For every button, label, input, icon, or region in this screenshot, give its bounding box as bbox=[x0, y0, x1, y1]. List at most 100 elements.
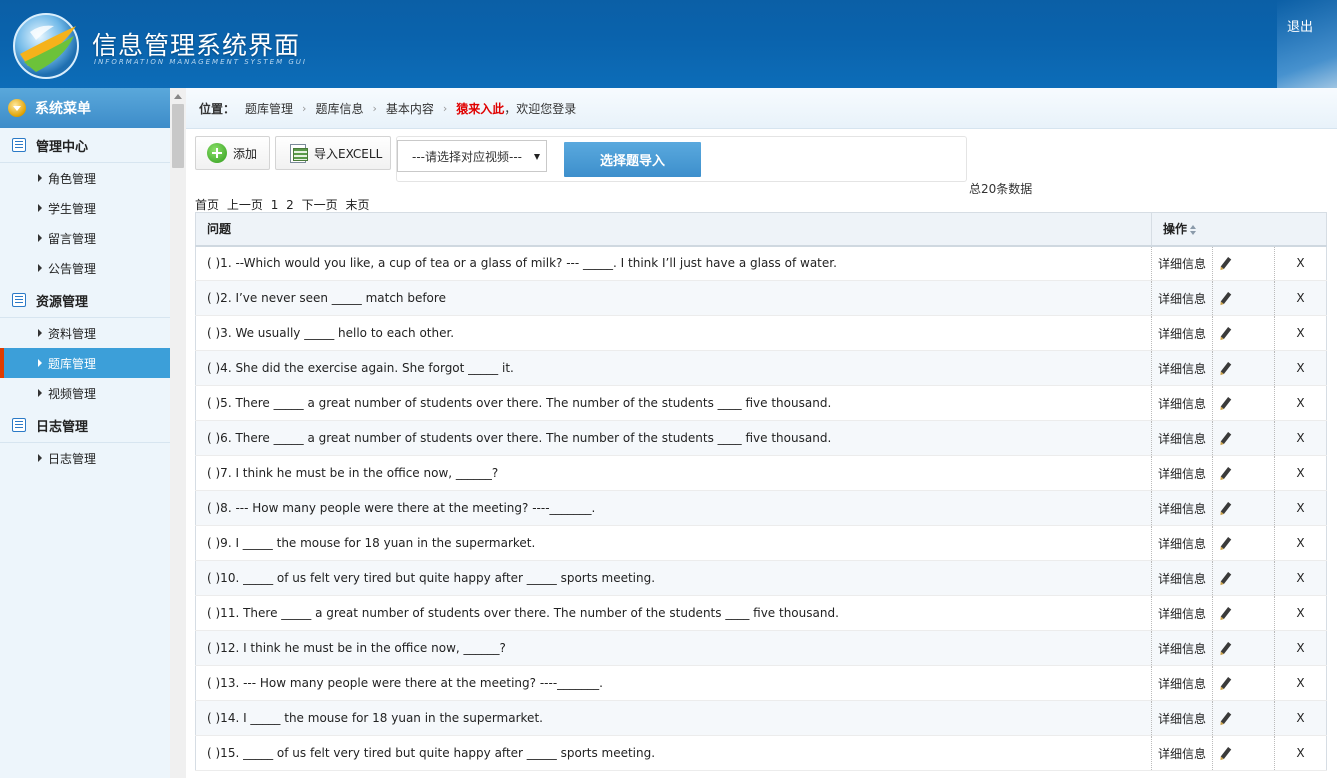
sidebar-item-label: 日志管理 bbox=[48, 451, 97, 466]
detail-link[interactable]: 详细信息 bbox=[1151, 525, 1213, 561]
delete-button[interactable]: X bbox=[1274, 350, 1327, 386]
sort-icon[interactable] bbox=[1190, 224, 1197, 235]
plus-circle-icon bbox=[207, 143, 227, 163]
menu-toggle-icon bbox=[8, 99, 26, 117]
detail-link[interactable]: 详细信息 bbox=[1151, 560, 1213, 596]
delete-button[interactable]: X bbox=[1274, 700, 1327, 736]
detail-link[interactable]: 详细信息 bbox=[1151, 350, 1213, 386]
breadcrumb-item[interactable]: 题库管理 bbox=[245, 100, 293, 117]
delete-button[interactable]: X bbox=[1274, 315, 1327, 351]
sidebar-item-videos[interactable]: 视频管理 bbox=[0, 378, 170, 408]
detail-link[interactable]: 详细信息 bbox=[1151, 280, 1213, 316]
sidebar-scrollbar[interactable] bbox=[170, 88, 186, 778]
pencil-icon bbox=[1220, 466, 1232, 479]
edit-button[interactable] bbox=[1212, 490, 1275, 526]
delete-button[interactable]: X bbox=[1274, 595, 1327, 631]
sidebar-item-roles[interactable]: 角色管理 bbox=[0, 163, 170, 193]
edit-button[interactable] bbox=[1212, 350, 1275, 386]
question-text: ( )11. There _____ a great number of stu… bbox=[195, 595, 1152, 631]
question-text: ( )7. I think he must be in the office n… bbox=[195, 455, 1152, 491]
sidebar-item-label: 留言管理 bbox=[48, 231, 97, 246]
delete-button[interactable]: X bbox=[1274, 420, 1327, 456]
caret-right-icon bbox=[38, 389, 42, 397]
delete-button[interactable]: X bbox=[1274, 630, 1327, 666]
scroll-up-icon[interactable] bbox=[174, 94, 182, 99]
delete-button[interactable]: X bbox=[1274, 525, 1327, 561]
edit-button[interactable] bbox=[1212, 280, 1275, 316]
delete-button[interactable]: X bbox=[1274, 735, 1327, 771]
detail-link[interactable]: 详细信息 bbox=[1151, 455, 1213, 491]
table-row: ( )13. --- How many people were there at… bbox=[195, 665, 1327, 701]
sidebar-item-question-bank[interactable]: 题库管理 bbox=[0, 348, 170, 378]
caret-right-icon bbox=[38, 264, 42, 272]
edit-button[interactable] bbox=[1212, 700, 1275, 736]
logout-link[interactable]: 退出 bbox=[1287, 16, 1313, 35]
sidebar-item-messages[interactable]: 留言管理 bbox=[0, 223, 170, 253]
delete-button[interactable]: X bbox=[1274, 245, 1327, 281]
add-button[interactable]: 添加 bbox=[195, 136, 270, 170]
import-selected-button[interactable]: 选择题导入 bbox=[564, 142, 701, 177]
table-row: ( )7. I think he must be in the office n… bbox=[195, 455, 1327, 491]
edit-button[interactable] bbox=[1212, 595, 1275, 631]
question-column-label: 问题 bbox=[207, 222, 232, 237]
actions-column-header[interactable]: 操作 bbox=[1151, 212, 1327, 247]
page-number-link[interactable]: 2 bbox=[286, 198, 294, 212]
video-select[interactable]: ---请选择对应视频--- bbox=[397, 140, 547, 172]
detail-link[interactable]: 详细信息 bbox=[1151, 245, 1213, 281]
page-prev-link[interactable]: 上一页 bbox=[227, 198, 263, 212]
breadcrumb-item[interactable]: 题库信息 bbox=[315, 100, 363, 117]
sidebar-group-logs[interactable]: 日志管理 bbox=[0, 408, 170, 443]
question-text: ( )14. I _____ the mouse for 18 yuan in … bbox=[195, 700, 1152, 736]
delete-button[interactable]: X bbox=[1274, 280, 1327, 316]
sidebar-item-announcements[interactable]: 公告管理 bbox=[0, 253, 170, 283]
delete-button[interactable]: X bbox=[1274, 560, 1327, 596]
breadcrumb-item[interactable]: 基本内容 bbox=[386, 100, 434, 117]
sidebar-item-materials[interactable]: 资料管理 bbox=[0, 318, 170, 348]
delete-button[interactable]: X bbox=[1274, 385, 1327, 421]
page-next-link[interactable]: 下一页 bbox=[302, 198, 338, 212]
edit-button[interactable] bbox=[1212, 315, 1275, 351]
detail-link[interactable]: 详细信息 bbox=[1151, 595, 1213, 631]
page-number-link[interactable]: 1 bbox=[271, 198, 279, 212]
current-username: 猿来入此 bbox=[456, 101, 505, 116]
edit-button[interactable] bbox=[1212, 560, 1275, 596]
caret-right-icon bbox=[38, 359, 42, 367]
delete-button[interactable]: X bbox=[1274, 665, 1327, 701]
delete-button[interactable]: X bbox=[1274, 490, 1327, 526]
detail-link[interactable]: 详细信息 bbox=[1151, 315, 1213, 351]
edit-button[interactable] bbox=[1212, 735, 1275, 771]
detail-link[interactable]: 详细信息 bbox=[1151, 490, 1213, 526]
sidebar-group-admin-center[interactable]: 管理中心 bbox=[0, 128, 170, 163]
edit-button[interactable] bbox=[1212, 525, 1275, 561]
detail-link[interactable]: 详细信息 bbox=[1151, 665, 1213, 701]
detail-link[interactable]: 详细信息 bbox=[1151, 420, 1213, 456]
detail-link[interactable]: 详细信息 bbox=[1151, 735, 1213, 771]
page-last-link[interactable]: 末页 bbox=[345, 198, 369, 212]
edit-button[interactable] bbox=[1212, 420, 1275, 456]
sidebar-item-logs[interactable]: 日志管理 bbox=[0, 443, 170, 473]
pencil-icon bbox=[1220, 711, 1232, 724]
edit-button[interactable] bbox=[1212, 385, 1275, 421]
chevron-right-icon: › bbox=[302, 101, 307, 115]
delete-button[interactable]: X bbox=[1274, 455, 1327, 491]
sidebar-group-resources[interactable]: 资源管理 bbox=[0, 283, 170, 318]
detail-link[interactable]: 详细信息 bbox=[1151, 700, 1213, 736]
edit-button[interactable] bbox=[1212, 630, 1275, 666]
detail-link[interactable]: 详细信息 bbox=[1151, 630, 1213, 666]
table-row: ( )15. _____ of us felt very tired but q… bbox=[195, 735, 1327, 771]
app-title: 信息管理系统界面 bbox=[92, 31, 301, 60]
table-row: ( )2. I’ve never seen _____ match before… bbox=[195, 280, 1327, 316]
question-text: ( )1. --Which would you like, a cup of t… bbox=[195, 245, 1152, 281]
video-select-value: ---请选择对应视频--- bbox=[412, 149, 522, 164]
page-first-link[interactable]: 首页 bbox=[195, 198, 219, 212]
edit-button[interactable] bbox=[1212, 245, 1275, 281]
edit-button[interactable] bbox=[1212, 455, 1275, 491]
detail-link[interactable]: 详细信息 bbox=[1151, 385, 1213, 421]
table-row: ( )14. I _____ the mouse for 18 yuan in … bbox=[195, 700, 1327, 736]
import-excel-button[interactable]: 导入EXCELL bbox=[275, 136, 391, 170]
scroll-thumb[interactable] bbox=[172, 104, 184, 168]
caret-right-icon bbox=[38, 234, 42, 242]
sidebar-menu-header[interactable]: 系统菜单 bbox=[0, 88, 170, 128]
edit-button[interactable] bbox=[1212, 665, 1275, 701]
sidebar-item-students[interactable]: 学生管理 bbox=[0, 193, 170, 223]
